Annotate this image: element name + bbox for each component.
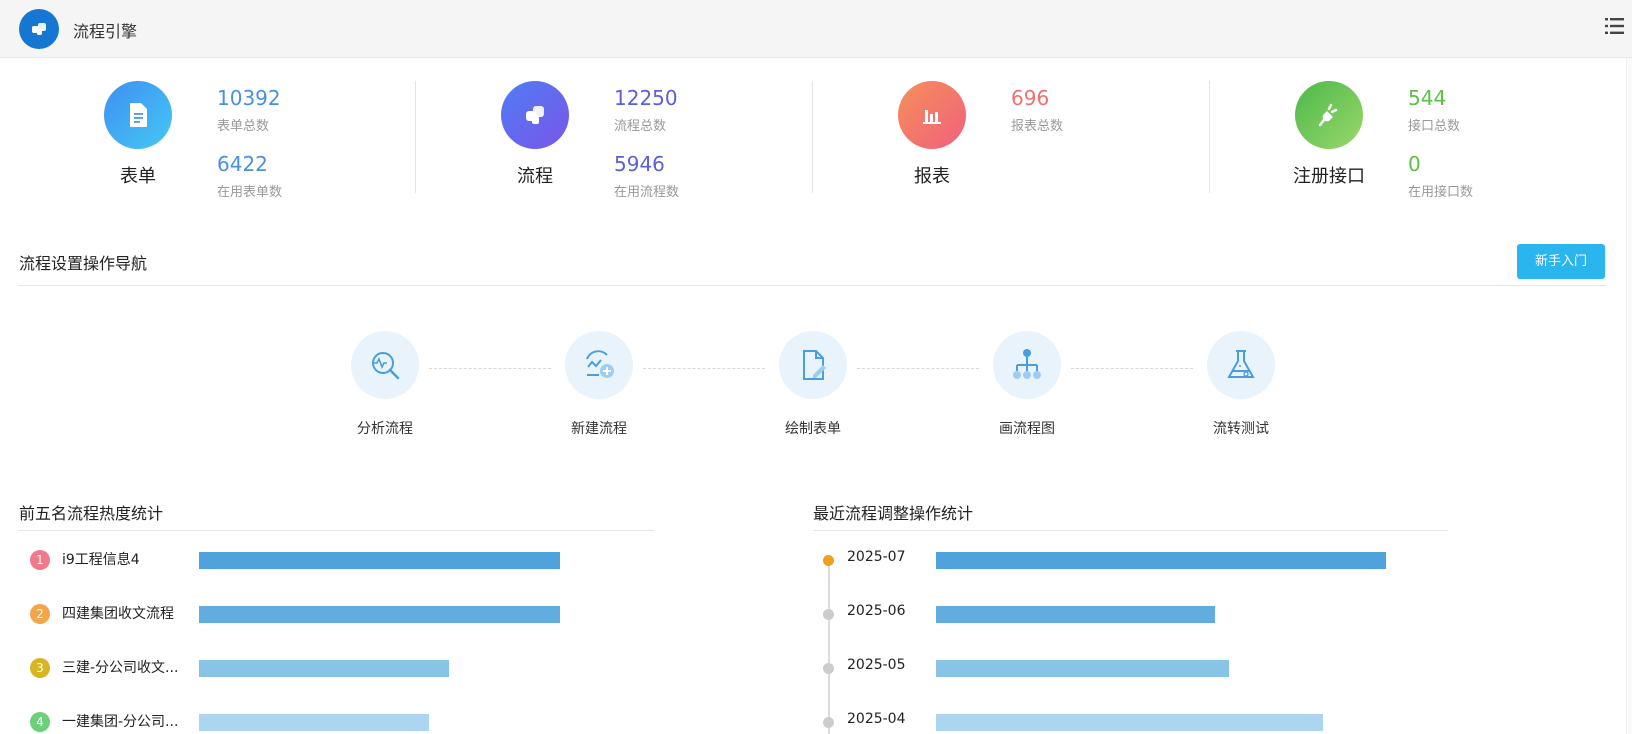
rank-row[interactable]: 3 三建-分公司收文... <box>19 654 659 678</box>
stat-label: 表单 <box>120 166 156 187</box>
beginner-guide-button[interactable]: 新手入门 <box>1517 244 1605 279</box>
stat-total-label: 报表总数 <box>1011 119 1064 134</box>
flask-icon <box>1207 331 1275 399</box>
stat-active-label: 在用流程数 <box>614 185 680 200</box>
rank-bar <box>199 714 429 731</box>
ranking-title: 前五名流程热度统计 <box>19 504 164 523</box>
stat-active-value: 5946 <box>614 152 665 176</box>
rank-bar <box>199 660 449 677</box>
stat-forms[interactable]: 表单 10392 表单总数 6422 在用表单数 <box>0 78 397 200</box>
menu-icon[interactable] <box>1604 16 1626 36</box>
logo-icon <box>32 23 46 35</box>
recent-title: 最近流程调整操作统计 <box>813 504 974 523</box>
app-logo[interactable] <box>19 9 59 49</box>
timeline-bar <box>936 660 1229 677</box>
stat-flows[interactable]: 流程 12250 流程总数 5946 在用流程数 <box>397 78 794 200</box>
ranking-divider <box>19 530 654 531</box>
timeline-date: 2025-07 <box>847 549 906 565</box>
step-connector <box>429 368 551 369</box>
step-connector <box>643 368 765 369</box>
stat-active-label: 在用接口数 <box>1408 185 1474 200</box>
timeline-bar <box>936 552 1386 569</box>
rank-name: 三建-分公司收文... <box>62 660 179 676</box>
analyze-icon <box>351 331 419 399</box>
stat-active-value: 0 <box>1408 152 1421 176</box>
rank-badge: 1 <box>30 550 50 570</box>
stat-total-value: 696 <box>1011 86 1050 110</box>
timeline-date: 2025-05 <box>847 657 906 673</box>
timeline-row[interactable]: 2025-04 <box>812 708 1452 732</box>
step-connector <box>1071 368 1193 369</box>
stat-label: 报表 <box>914 166 950 187</box>
stat-total-value: 544 <box>1408 86 1447 110</box>
stat-label: 注册接口 <box>1293 166 1365 187</box>
timeline-row[interactable]: 2025-06 <box>812 600 1452 624</box>
stat-total-label: 流程总数 <box>614 119 667 134</box>
timeline-bar <box>936 606 1215 623</box>
stat-interfaces[interactable]: 注册接口 544 接口总数 0 在用接口数 <box>1191 78 1588 200</box>
new-flow-icon <box>565 331 633 399</box>
top-bar: 流程引擎 <box>0 0 1632 58</box>
nav-section-title: 流程设置操作导航 <box>19 254 148 273</box>
rank-bar <box>199 552 560 569</box>
timeline-dot <box>823 609 834 620</box>
rank-row[interactable]: 1 i9工程信息4 <box>19 546 659 570</box>
timeline-row[interactable]: 2025-07 <box>812 546 1452 570</box>
stat-total-label: 表单总数 <box>217 119 270 134</box>
rank-badge: 4 <box>30 712 50 732</box>
step-label: 流转测试 <box>1213 421 1269 437</box>
timeline-date: 2025-04 <box>847 711 906 727</box>
rank-name: 四建集团收文流程 <box>62 606 174 622</box>
flow-icon <box>501 81 569 149</box>
step-connector <box>857 368 979 369</box>
app-title: 流程引擎 <box>73 22 138 41</box>
bar-chart-icon <box>898 81 966 149</box>
section-divider <box>19 285 1606 286</box>
stat-total-label: 接口总数 <box>1408 119 1461 134</box>
plug-icon <box>1295 81 1363 149</box>
flowchart-icon <box>993 331 1061 399</box>
rank-name: i9工程信息4 <box>62 552 140 568</box>
stat-active-value: 6422 <box>217 152 268 176</box>
timeline-date: 2025-06 <box>847 603 906 619</box>
stat-reports[interactable]: 报表 696 报表总数 <box>794 78 1191 198</box>
step-label: 画流程图 <box>999 421 1055 437</box>
step-label: 分析流程 <box>357 421 413 437</box>
stat-total-value: 12250 <box>614 86 678 110</box>
timeline-row[interactable]: 2025-05 <box>812 654 1452 678</box>
rank-badge: 2 <box>30 604 50 624</box>
timeline-dot <box>823 555 834 566</box>
timeline-bar <box>936 714 1323 731</box>
stat-active-label: 在用表单数 <box>217 185 283 200</box>
rank-name: 一建集团-分公司... <box>62 714 179 730</box>
document-icon <box>104 81 172 149</box>
vertical-scrollbar[interactable] <box>1626 58 1632 734</box>
step-label: 新建流程 <box>571 421 627 437</box>
step-label: 绘制表单 <box>785 421 841 437</box>
rank-bar <box>199 606 560 623</box>
stat-label: 流程 <box>517 166 553 187</box>
timeline-dot <box>823 717 834 728</box>
rank-row[interactable]: 4 一建集团-分公司... <box>19 708 659 732</box>
timeline-dot <box>823 663 834 674</box>
draw-form-icon <box>779 331 847 399</box>
stat-total-value: 10392 <box>217 86 281 110</box>
rank-badge: 3 <box>30 658 50 678</box>
recent-divider <box>813 530 1448 531</box>
rank-row[interactable]: 2 四建集团收文流程 <box>19 600 659 624</box>
